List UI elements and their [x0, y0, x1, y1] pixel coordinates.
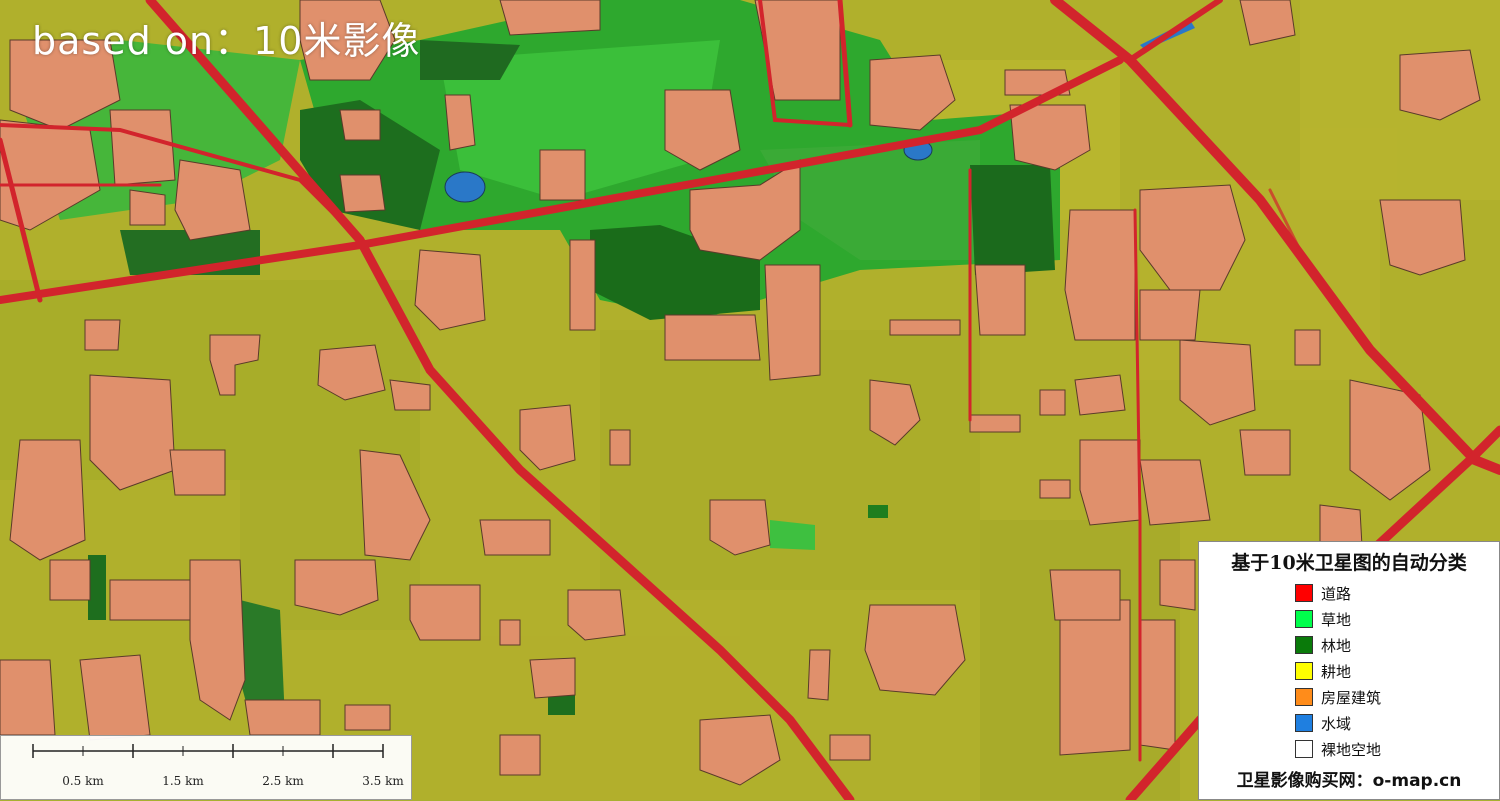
scale-label: 1.5 km [162, 774, 204, 788]
legend-footer-source: 卫星影像购买网：o-map.cn [1236, 771, 1462, 791]
legend-label: 耕地 [1321, 662, 1352, 681]
legend-label: 水域 [1321, 714, 1352, 733]
legend-label: 道路 [1321, 584, 1352, 603]
map-source-title: based on：10米影像 [32, 19, 421, 63]
legend-item-road: 道路 [1295, 580, 1381, 606]
map-legend: 基于10米卫星图的自动分类 道路 草地 林地 耕地 房屋建筑 水域 裸地空地 卫… [1198, 541, 1500, 800]
legend-swatch [1295, 688, 1313, 706]
legend-label: 房屋建筑 [1321, 688, 1382, 707]
legend-item-water: 水域 [1295, 710, 1381, 736]
legend-label: 草地 [1321, 610, 1352, 629]
legend-swatch [1295, 740, 1313, 758]
scale-label: 2.5 km [262, 774, 304, 788]
legend-items: 道路 草地 林地 耕地 房屋建筑 水域 裸地空地 [1295, 580, 1381, 762]
legend-swatch [1295, 714, 1313, 732]
scale-label: 3.5 km [362, 774, 404, 788]
legend-item-grass: 草地 [1295, 606, 1381, 632]
legend-item-building: 房屋建筑 [1295, 684, 1381, 710]
scale-bar-graphic [32, 744, 384, 758]
legend-title: 基于10米卫星图的自动分类 [1231, 552, 1467, 574]
legend-item-bare-land: 裸地空地 [1295, 736, 1381, 762]
legend-item-forest: 林地 [1295, 632, 1381, 658]
scale-bar: 0.5 km 1.5 km 2.5 km 3.5 km [0, 735, 412, 800]
legend-label: 裸地空地 [1321, 740, 1382, 759]
scale-label: 0.5 km [62, 774, 104, 788]
legend-swatch [1295, 636, 1313, 654]
legend-swatch [1295, 662, 1313, 680]
legend-label: 林地 [1321, 636, 1352, 655]
legend-swatch [1295, 610, 1313, 628]
legend-swatch [1295, 584, 1313, 602]
legend-item-cropland: 耕地 [1295, 658, 1381, 684]
